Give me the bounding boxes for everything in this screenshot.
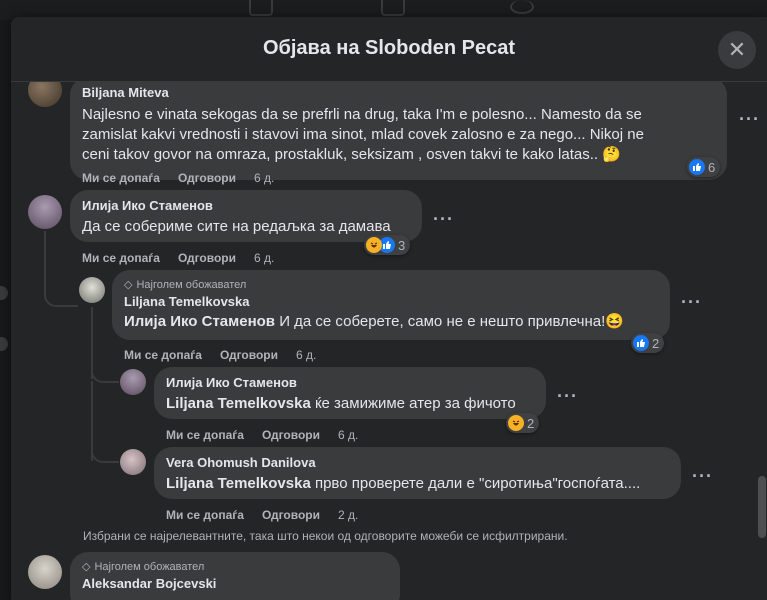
comment-text-line: zamislat kakvi vrednosti i stavovi ima s… [82,126,644,143]
comment-author[interactable]: Liljana Temelkovska [124,294,658,310]
more-options-icon[interactable]: ··· [433,210,454,228]
comment-actions: Ми се допаѓа Одговори 6 д. [166,427,358,443]
comment-author[interactable]: Aleksandar Bojcevski [82,576,388,592]
like-button[interactable]: Ми се допаѓа [82,250,160,266]
mention-link[interactable]: Liljana Temelkovska [166,395,311,412]
comment-actions: Ми се допаѓа Одговори 6 д. [82,250,274,266]
more-options-icon[interactable]: ··· [692,467,713,485]
comment-actions: Ми се допаѓа Одговори 6 д. [124,347,316,363]
groups-icon [510,0,534,14]
comment-bubble: Илија Ико Стаменов Да се собериме сите н… [70,190,422,242]
reaction-number: 2 [527,415,535,431]
reaction-count[interactable]: 2 [506,413,540,433]
close-button[interactable]: ✕ [718,31,756,69]
diamond-icon: ◇ [82,561,91,573]
modal-title: Објава на Sloboden Pecat [262,37,516,59]
reply-button[interactable]: Одговори [262,507,320,523]
like-button[interactable]: Ми се допаѓа [166,507,244,523]
close-icon: ✕ [727,37,747,62]
top-fan-badge: ◇ Најголем обожавател [82,561,205,573]
comment-time[interactable]: 6 д. [254,170,274,186]
comment-text: Liljana Temelkovska прво проверете дали … [166,475,641,492]
comment-author[interactable]: Vera Ohomush Danilova [166,455,669,471]
reaction-number: 6 [708,159,716,175]
reply-button[interactable]: Одговори [220,347,278,363]
comment-text: Да се собериме сите на редаљка за дамава [82,218,391,235]
like-icon [633,335,649,351]
top-fan-badge: ◇ Најголем обожавател [124,279,247,291]
more-options-icon[interactable]: ··· [557,387,578,405]
background-side-dot [0,337,8,351]
comment-time[interactable]: 2 д. [338,507,358,523]
haha-icon [366,237,382,253]
comment-author[interactable]: Biljana Miteva [82,85,715,101]
diamond-icon: ◇ [124,279,133,291]
reply-button[interactable]: Одговори [178,170,236,186]
post-modal: Biljana Miteva Najlesno e vinata sekogas… [11,17,767,600]
comment-time[interactable]: 6 д. [296,347,316,363]
avatar[interactable] [28,555,62,589]
avatar[interactable] [120,369,146,395]
comments-list: Biljana Miteva Najlesno e vinata sekogas… [11,17,767,600]
video-icon [381,0,405,16]
mention-link[interactable]: Илија Ико Стаменов [124,313,275,330]
scrollbar[interactable] [758,476,766,538]
avatar[interactable] [79,277,105,303]
avatar[interactable] [28,195,62,229]
comment-actions: Ми се допаѓа Одговори 6 д. [82,170,274,186]
reply-button[interactable]: Одговори [178,250,236,266]
comment-time[interactable]: 6 д. [338,427,358,443]
comment-bubble: Biljana Miteva Najlesno e vinata sekogas… [70,77,727,180]
comment-text: Илија Ико Стаменов И да се соберете, сам… [124,313,624,330]
comment-bubble: Vera Ohomush Danilova Liljana Temelkovsk… [154,447,681,499]
comment-text: Liljana Temelkovska ќе замижиме атер за … [166,395,516,412]
background-side-dot [0,286,8,300]
comment-bubble: ◇ Најголем обожавател Liljana Temelkovsk… [112,270,670,340]
comment-text-line: Najlesno e vinata sekogas da se prefrli … [82,106,642,123]
reaction-count[interactable]: 2 [631,333,665,353]
haha-icon [508,415,524,431]
comment-author[interactable]: Илија Ико Стаменов [82,198,410,214]
thread-connector [44,275,78,307]
reaction-count[interactable]: 3 [364,235,411,255]
comment-bubble: ◇ Најголем обожавател Aleksandar Bojcevs… [70,552,400,600]
mention-link[interactable]: Liljana Temelkovska [166,475,311,492]
comment-actions: Ми се допаѓа Одговори 2 д. [166,507,358,523]
more-options-icon[interactable]: ··· [681,293,702,311]
home-icon [249,0,273,16]
filter-note: Избрани се најрелевантните, така што нек… [83,529,568,543]
reply-button[interactable]: Одговори [262,427,320,443]
comment-text-line: ceni takov govor na omraza, prostakluk, … [82,146,621,163]
thread-connector [91,367,119,383]
like-button[interactable]: Ми се допаѓа [82,170,160,186]
like-button[interactable]: Ми се допаѓа [124,347,202,363]
comment-bubble: Илија Ико Стаменов Liljana Temelkovska ќ… [154,367,546,419]
like-button[interactable]: Ми се допаѓа [166,427,244,443]
avatar[interactable] [120,449,146,475]
thread-connector [91,445,119,463]
modal-header: Објава на Sloboden Pecat ✕ [11,17,767,82]
comment-time[interactable]: 6 д. [254,250,274,266]
more-options-icon[interactable]: ··· [739,110,760,128]
reaction-number: 3 [398,237,406,253]
like-icon [689,159,705,175]
reaction-number: 2 [652,335,660,351]
reaction-count[interactable]: 6 [687,157,721,177]
comment-author[interactable]: Илија Ико Стаменов [166,375,534,391]
